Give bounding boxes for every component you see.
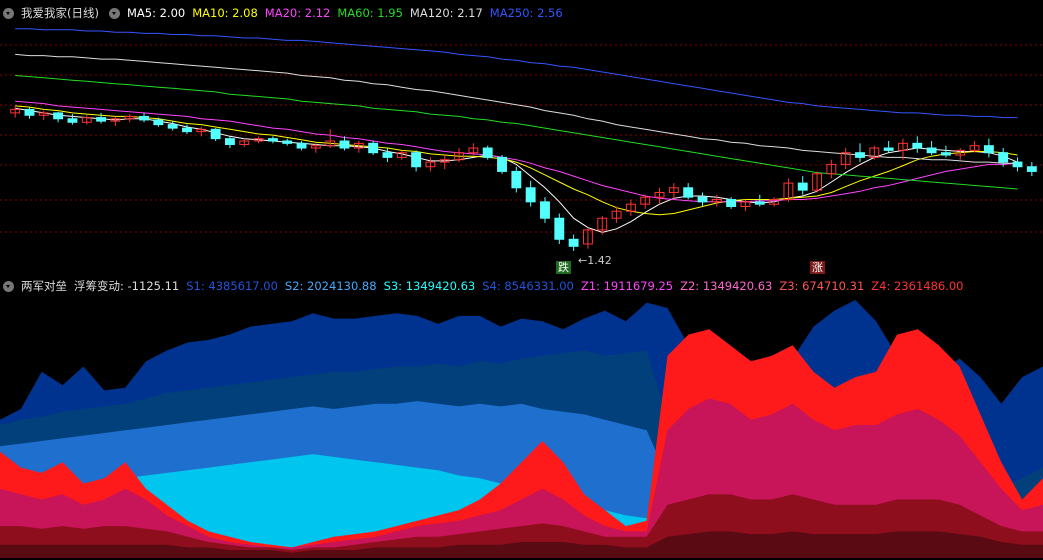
candle-body	[67, 118, 78, 123]
candle	[840, 148, 851, 170]
candle-body	[153, 119, 164, 126]
candle	[24, 107, 35, 119]
candle-body	[497, 156, 507, 172]
candle	[210, 128, 221, 141]
candle	[267, 136, 278, 144]
ma-line-ma120	[15, 53, 1018, 164]
candle	[110, 116, 121, 126]
candle	[411, 150, 422, 172]
candle-body	[368, 142, 379, 154]
candle-body	[983, 145, 994, 154]
low-price-value: 1.42	[587, 254, 612, 267]
buy-signal-badge: 涨	[810, 261, 825, 274]
candle	[983, 138, 994, 158]
candle-body	[697, 196, 708, 203]
candle	[425, 157, 436, 172]
candle-body	[339, 140, 350, 149]
candle-body	[883, 147, 894, 151]
candle	[926, 141, 937, 156]
candle-body	[411, 152, 422, 168]
candle	[296, 141, 307, 151]
candle	[582, 227, 593, 249]
candle	[382, 148, 393, 163]
candle-body	[511, 170, 522, 189]
low-price-label: ←1.42	[578, 254, 612, 267]
candle	[282, 138, 293, 146]
candle	[454, 148, 465, 163]
candle	[554, 213, 565, 244]
candle	[439, 155, 450, 170]
candle-body	[568, 238, 579, 247]
candle	[53, 111, 64, 123]
candle	[697, 192, 708, 207]
candle-body	[296, 142, 307, 149]
candle-body	[525, 187, 536, 203]
candle	[826, 159, 837, 179]
candle-body	[912, 142, 923, 149]
candle-body	[53, 112, 64, 120]
candle	[124, 114, 135, 123]
candle-body	[1026, 166, 1037, 172]
candle-body	[139, 115, 149, 121]
candle-body	[940, 152, 951, 156]
candle	[96, 112, 107, 124]
indicator-chart[interactable]	[0, 290, 1043, 560]
candle	[1026, 162, 1037, 177]
candle-body	[683, 187, 694, 198]
candle	[1012, 157, 1023, 172]
candle	[10, 105, 21, 118]
candle	[955, 148, 966, 160]
candle-body	[754, 201, 765, 205]
candle	[912, 136, 923, 153]
candle-body	[482, 147, 493, 158]
candle	[325, 129, 336, 149]
candle	[497, 155, 507, 174]
candle	[225, 136, 235, 149]
candle-body	[554, 217, 565, 240]
sell-signal-badge: 跌	[556, 261, 571, 274]
candle	[568, 234, 579, 251]
candle-body	[96, 117, 107, 122]
candle	[239, 138, 250, 147]
candle	[797, 176, 808, 195]
candle	[883, 141, 894, 153]
candle	[940, 145, 951, 158]
candle	[640, 194, 651, 209]
candle	[511, 166, 522, 193]
candle	[625, 199, 636, 216]
candle	[683, 183, 694, 200]
candle-body	[382, 152, 393, 158]
candle	[482, 145, 493, 160]
candle-body	[167, 124, 178, 129]
candle	[540, 197, 550, 223]
candle-body	[540, 201, 550, 219]
candle	[611, 206, 622, 223]
candle	[855, 143, 865, 163]
candle-body	[282, 140, 293, 144]
candle	[654, 187, 665, 205]
candle-body	[797, 182, 808, 191]
candle-body	[24, 108, 35, 116]
candle	[139, 112, 149, 123]
candle-body	[998, 152, 1009, 163]
candle-body	[726, 199, 737, 208]
candle-body	[926, 147, 937, 154]
candle-body	[210, 128, 221, 140]
candle-body	[225, 138, 235, 146]
candle	[339, 136, 350, 151]
candle-body	[267, 138, 278, 142]
candle	[969, 141, 980, 153]
candle	[525, 180, 536, 207]
candle	[81, 115, 92, 125]
candle	[898, 138, 908, 160]
candle	[668, 183, 679, 200]
candle	[368, 141, 379, 156]
price-chart[interactable]	[0, 0, 1043, 272]
candle-body	[1012, 161, 1023, 168]
candle-body	[182, 127, 192, 133]
candle-body	[855, 152, 865, 158]
candle	[869, 145, 880, 160]
